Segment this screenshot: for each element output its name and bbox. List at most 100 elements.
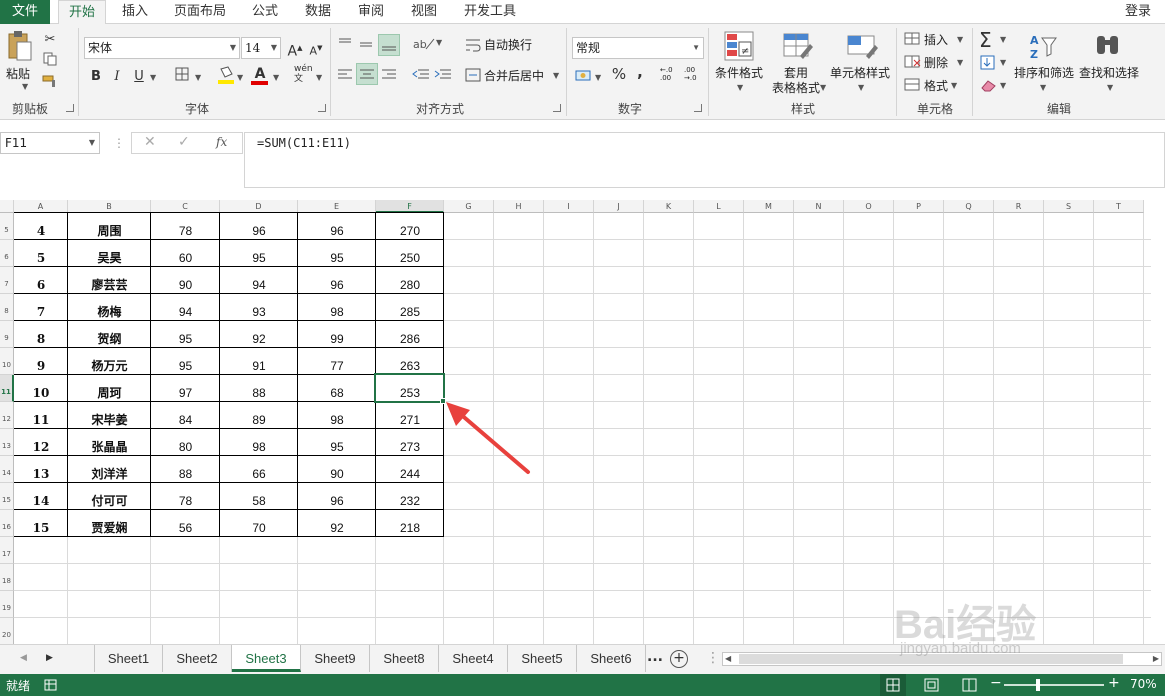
cell-E14[interactable]: 90 — [298, 456, 376, 483]
delete-dropdown-icon[interactable]: ▼ — [957, 58, 963, 67]
format-as-table-button[interactable]: 套用 表格格式 — [766, 66, 826, 96]
cell-B14[interactable]: 刘洋洋 — [68, 456, 151, 483]
row-header-8[interactable]: 8 — [0, 294, 14, 321]
orientation-dropdown-icon[interactable]: ▼ — [436, 38, 442, 47]
align-center-icon[interactable] — [356, 63, 378, 85]
cell-E13[interactable]: 95 — [298, 429, 376, 456]
row-header-14[interactable]: 14 — [0, 456, 14, 483]
cancel-icon[interactable]: ✕ — [144, 134, 156, 150]
column-header-Q[interactable]: Q — [944, 200, 994, 213]
cell-D5[interactable]: 96 — [220, 213, 298, 240]
cell-D10[interactable]: 91 — [220, 348, 298, 375]
cell-B6[interactable]: 吴昊 — [68, 240, 151, 267]
row-header-12[interactable]: 12 — [0, 402, 14, 429]
add-sheet-icon[interactable]: + — [670, 650, 688, 668]
hscroll-right-icon[interactable]: ▶ — [1153, 654, 1159, 663]
grow-font-icon[interactable]: A▲ — [285, 38, 305, 60]
wrap-text-button[interactable]: 自动换行 — [484, 37, 532, 53]
paste-dropdown-icon[interactable]: ▼ — [22, 82, 28, 91]
row-header-20[interactable]: 20 — [0, 618, 14, 645]
fill-icon[interactable] — [980, 55, 996, 74]
column-header-G[interactable]: G — [444, 200, 494, 213]
row-header-18[interactable]: 18 — [0, 564, 14, 591]
enter-icon[interactable]: ✓ — [178, 134, 190, 150]
tab-file[interactable]: 文件 — [0, 0, 50, 24]
find-select-button[interactable]: 查找和选择 — [1076, 66, 1142, 81]
align-right-icon[interactable] — [381, 68, 397, 85]
sheet-tab-sheet9[interactable]: Sheet9 — [301, 645, 370, 672]
cell-C10[interactable]: 95 — [151, 348, 220, 375]
align-left-icon[interactable] — [337, 68, 353, 85]
vertical-scrollbar[interactable] — [1151, 200, 1165, 644]
bold-button[interactable]: B — [86, 67, 106, 87]
conditional-format-icon[interactable]: ≠ — [723, 30, 755, 65]
underline-button[interactable]: U — [129, 67, 149, 87]
format-cells-icon[interactable] — [904, 78, 922, 95]
tab-formulas[interactable]: 公式 — [242, 0, 288, 24]
align-bottom-icon[interactable] — [378, 34, 400, 56]
cell-C9[interactable]: 95 — [151, 321, 220, 348]
sheet-tab-sheet2[interactable]: Sheet2 — [163, 645, 232, 672]
accounting-dropdown-icon[interactable]: ▼ — [595, 73, 601, 82]
macro-record-icon[interactable] — [44, 678, 58, 695]
cell-F6[interactable]: 250 — [376, 240, 444, 267]
insert-cells-icon[interactable] — [904, 32, 922, 49]
font-color-dropdown-icon[interactable]: ▼ — [273, 73, 279, 82]
zoom-out-button[interactable]: − — [990, 675, 1002, 691]
cell-B7[interactable]: 廖芸芸 — [68, 267, 151, 294]
cell-A13[interactable]: 12 — [14, 429, 68, 456]
cell-C15[interactable]: 78 — [151, 483, 220, 510]
cell-B5[interactable]: 周围 — [68, 213, 151, 240]
cell-D9[interactable]: 92 — [220, 321, 298, 348]
find-dropdown-icon[interactable]: ▼ — [1107, 83, 1113, 92]
formula-input[interactable]: =SUM(C11:E11) — [244, 132, 1165, 188]
sheet-tab-sheet8[interactable]: Sheet8 — [370, 645, 439, 672]
clipboard-launcher-icon[interactable] — [66, 104, 74, 112]
select-all-corner[interactable] — [0, 200, 14, 213]
tab-insert[interactable]: 插入 — [112, 0, 158, 24]
increase-indent-icon[interactable] — [434, 68, 452, 85]
format-cells-button[interactable]: 格式 — [924, 78, 948, 94]
column-header-R[interactable]: R — [994, 200, 1044, 213]
cell-D12[interactable]: 89 — [220, 402, 298, 429]
cell-F8[interactable]: 285 — [376, 294, 444, 321]
tab-home[interactable]: 开始 — [58, 0, 106, 25]
zoom-in-button[interactable]: + — [1108, 675, 1120, 691]
cell-B16[interactable]: 贾爱娴 — [68, 510, 151, 537]
cell-C12[interactable]: 84 — [151, 402, 220, 429]
italic-button[interactable]: I — [107, 67, 127, 87]
fill-dropdown-icon[interactable]: ▼ — [1000, 58, 1006, 67]
sheet-tab-sheet6[interactable]: Sheet6 — [577, 645, 646, 672]
row-header-9[interactable]: 9 — [0, 321, 14, 348]
insert-dropdown-icon[interactable]: ▼ — [957, 35, 963, 44]
cell-E16[interactable]: 92 — [298, 510, 376, 537]
insert-function-icon[interactable]: fx — [216, 135, 227, 149]
cell-E12[interactable]: 98 — [298, 402, 376, 429]
cell-F7[interactable]: 280 — [376, 267, 444, 294]
zoom-slider-thumb[interactable] — [1036, 679, 1040, 691]
cell-D16[interactable]: 70 — [220, 510, 298, 537]
percent-button[interactable]: % — [609, 64, 629, 84]
comma-button[interactable]: , — [630, 62, 650, 82]
row-header-10[interactable]: 10 — [0, 348, 14, 375]
more-sheets-icon[interactable]: ... — [647, 649, 663, 665]
merge-center-icon[interactable] — [465, 68, 481, 85]
cell-styles-icon[interactable] — [846, 30, 878, 65]
borders-icon[interactable] — [172, 67, 192, 87]
cell-F13[interactable]: 273 — [376, 429, 444, 456]
tab-developer[interactable]: 开发工具 — [458, 0, 522, 24]
row-header-7[interactable]: 7 — [0, 267, 14, 294]
cell-B13[interactable]: 张晶晶 — [68, 429, 151, 456]
merge-center-button[interactable]: 合并后居中 — [484, 68, 544, 84]
column-header-O[interactable]: O — [844, 200, 894, 213]
align-middle-icon[interactable] — [358, 36, 374, 55]
row-header-19[interactable]: 19 — [0, 591, 14, 618]
row-header-15[interactable]: 15 — [0, 483, 14, 510]
sort-filter-button[interactable]: 排序和筛选 — [1012, 66, 1076, 81]
column-header-I[interactable]: I — [544, 200, 594, 213]
cell-C16[interactable]: 56 — [151, 510, 220, 537]
clear-icon[interactable] — [980, 78, 998, 95]
cell-D15[interactable]: 58 — [220, 483, 298, 510]
cell-B8[interactable]: 杨梅 — [68, 294, 151, 321]
increase-decimal-icon[interactable]: ←.0 .00 — [660, 66, 680, 82]
